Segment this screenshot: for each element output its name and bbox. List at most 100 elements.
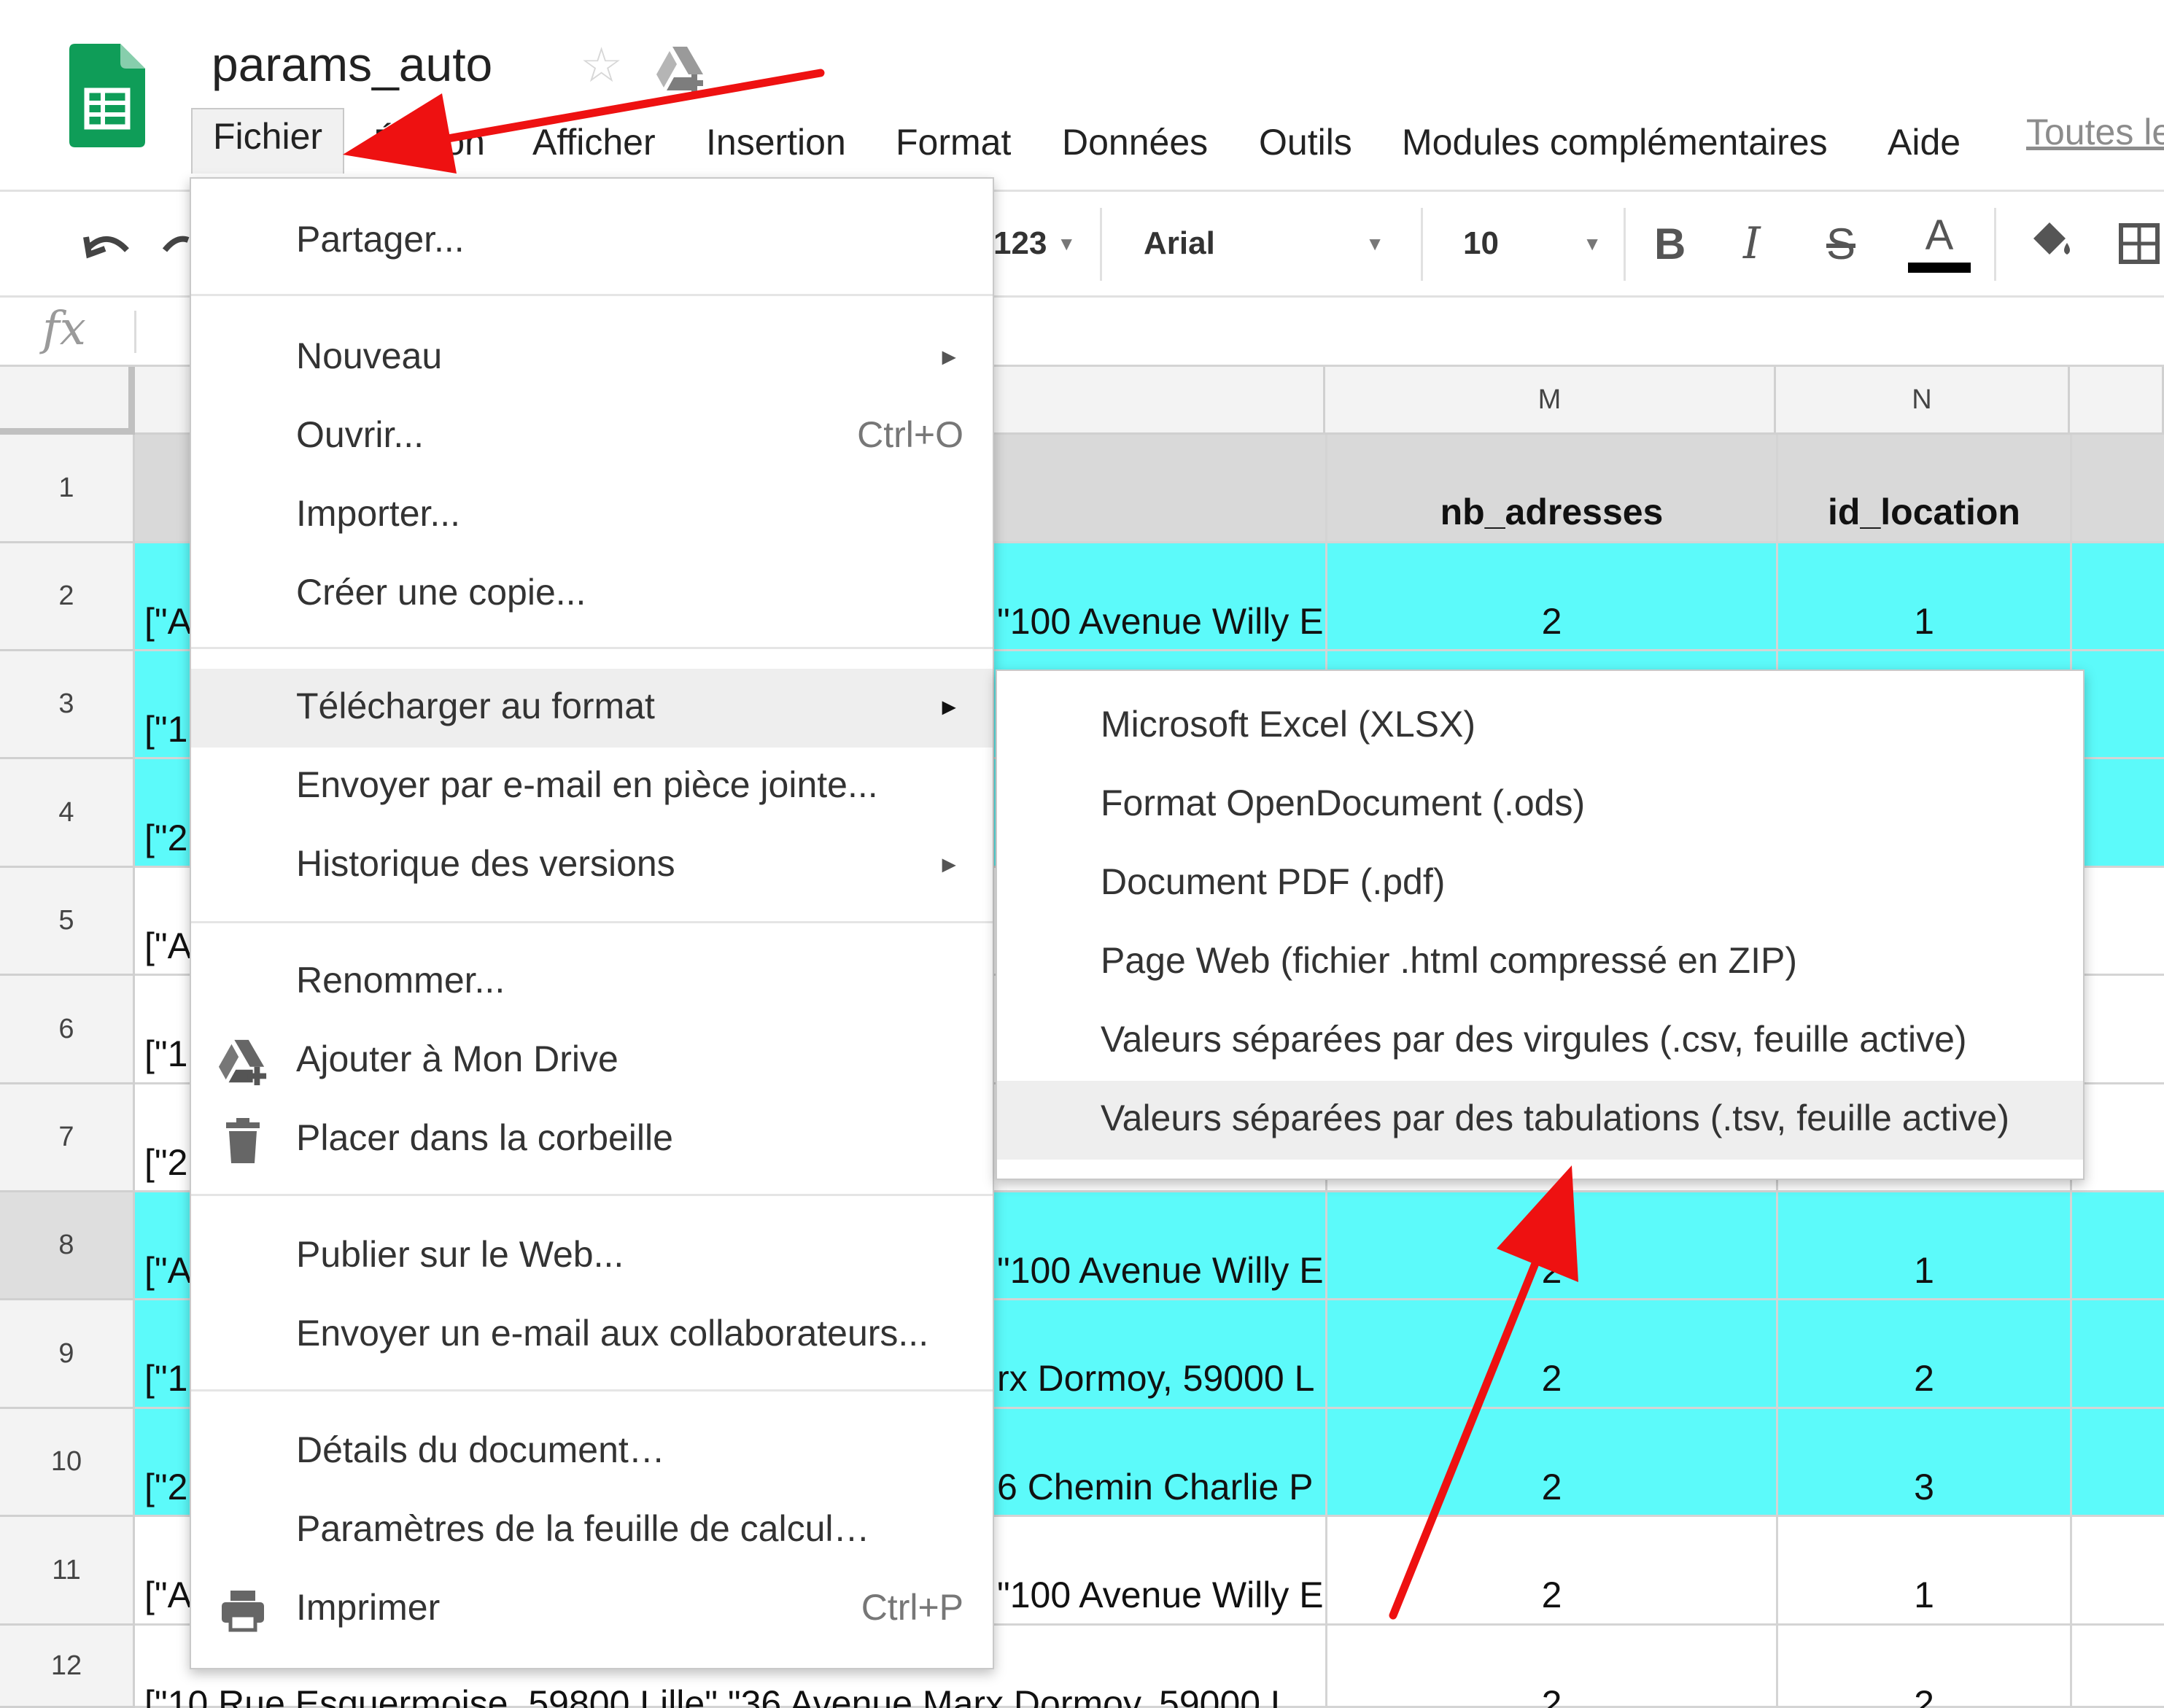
cell-id-location[interactable]: 3 bbox=[1778, 1466, 2070, 1508]
header-cell-id-location[interactable]: id_location bbox=[1778, 491, 2070, 533]
menu-fichier[interactable]: Fichier bbox=[191, 108, 345, 174]
cell-nb-adresses[interactable]: 2 bbox=[1327, 1466, 1776, 1508]
font-family-dropdown[interactable]: Arial ▼ bbox=[1144, 192, 1384, 295]
menu-bar: Fichier Édition Afficher Insertion Forma… bbox=[0, 108, 2164, 174]
row-header[interactable]: 7 bbox=[0, 1084, 135, 1192]
bold-button[interactable]: B bbox=[1654, 192, 1686, 295]
cell-a[interactable]: ["A bbox=[144, 1249, 190, 1292]
cell-a[interactable]: ["10 Rue Esquermoise, 59800 Lille","36 A… bbox=[144, 1682, 1324, 1708]
menu-item-label: Historique des versions bbox=[296, 843, 675, 884]
cell-id-location[interactable]: 1 bbox=[1778, 1574, 2070, 1616]
drive-add-icon[interactable] bbox=[655, 45, 707, 93]
font-size-dropdown[interactable]: 10 ▼ bbox=[1463, 192, 1602, 295]
cell-a[interactable]: ["1 bbox=[144, 1357, 190, 1400]
cell-a[interactable]: ["1 bbox=[144, 708, 190, 750]
menu-edition[interactable]: Édition bbox=[373, 115, 485, 169]
cell-a[interactable]: ["2 bbox=[144, 817, 190, 859]
row-header[interactable]: 3 bbox=[0, 651, 135, 759]
cell-a[interactable]: ["A bbox=[144, 1574, 190, 1616]
strikethrough-button[interactable]: S bbox=[1826, 192, 1855, 295]
row-header[interactable]: 5 bbox=[0, 868, 135, 976]
menu-item-print[interactable]: Imprimer Ctrl+P bbox=[191, 1570, 993, 1649]
menu-item-version-history[interactable]: Historique des versions ► bbox=[191, 826, 993, 905]
menu-item-email-collaborators[interactable]: Envoyer un e-mail aux collaborateurs... bbox=[191, 1296, 993, 1375]
cell-l[interactable]: rx Dormoy, 59000 L bbox=[997, 1357, 1324, 1400]
cell-l[interactable]: "100 Avenue Willy E bbox=[997, 600, 1324, 643]
menu-item-rename[interactable]: Renommer... bbox=[191, 943, 993, 1022]
menu-item-document-details[interactable]: Détails du document… bbox=[191, 1413, 993, 1491]
row-header[interactable]: 6 bbox=[0, 976, 135, 1084]
cell-a[interactable]: ["2 bbox=[144, 1466, 190, 1508]
menu-item-share[interactable]: Partager... bbox=[191, 202, 993, 281]
number-format-dropdown[interactable]: 123 ▼ bbox=[993, 192, 1076, 295]
cell-nb-adresses[interactable]: 2 bbox=[1327, 1682, 1776, 1708]
cell-nb-adresses[interactable]: 2 bbox=[1327, 1249, 1776, 1292]
menu-item-label: Microsoft Excel (XLSX) bbox=[1101, 704, 1476, 745]
row-header[interactable]: 12 bbox=[0, 1626, 135, 1708]
download-submenu: Microsoft Excel (XLSX) Format OpenDocume… bbox=[996, 669, 2085, 1180]
last-edit-link[interactable]: Toutes le bbox=[2026, 105, 2164, 159]
italic-button[interactable]: I bbox=[1743, 192, 1761, 295]
menu-donnees[interactable]: Données bbox=[1062, 115, 1208, 169]
menu-item-label: Placer dans la corbeille bbox=[296, 1117, 673, 1158]
cell-nb-adresses[interactable]: 2 bbox=[1327, 600, 1776, 643]
cell-id-location[interactable]: 1 bbox=[1778, 1249, 2070, 1292]
cell-l[interactable]: 6 Chemin Charlie P bbox=[997, 1466, 1324, 1508]
cell-a[interactable]: ["1 bbox=[144, 1033, 190, 1075]
row-header[interactable]: 8 bbox=[0, 1192, 135, 1300]
cell-id-location[interactable]: 2 bbox=[1778, 1682, 2070, 1708]
row-header[interactable]: 9 bbox=[0, 1300, 135, 1409]
menu-outils[interactable]: Outils bbox=[1259, 115, 1352, 169]
cell-id-location[interactable]: 1 bbox=[1778, 600, 2070, 643]
row-header[interactable]: 1 bbox=[0, 435, 135, 543]
cell-l[interactable]: "100 Avenue Willy E bbox=[997, 1574, 1324, 1616]
menu-separator bbox=[191, 1194, 993, 1196]
cell-nb-adresses[interactable]: 2 bbox=[1327, 1574, 1776, 1616]
download-html-zip[interactable]: Page Web (fichier .html compressé en ZIP… bbox=[997, 923, 2083, 1002]
header-cell-nb-adresses[interactable]: nb_adresses bbox=[1327, 491, 1776, 533]
select-all-corner[interactable] bbox=[0, 367, 135, 435]
row-header[interactable]: 4 bbox=[0, 759, 135, 868]
cell-a[interactable]: ["2 bbox=[144, 1141, 190, 1184]
menu-item-label: Télécharger au format bbox=[296, 686, 655, 726]
menu-item-make-copy[interactable]: Créer une copie... bbox=[191, 555, 993, 634]
cell-a[interactable]: ["A bbox=[144, 925, 190, 967]
menu-format[interactable]: Format bbox=[896, 115, 1011, 169]
menu-item-open[interactable]: Ouvrir... Ctrl+O bbox=[191, 397, 993, 476]
fill-color-icon[interactable] bbox=[2025, 192, 2077, 295]
text-color-button[interactable]: A bbox=[1907, 192, 1972, 295]
menu-item-spreadsheet-settings[interactable]: Paramètres de la feuille de calcul… bbox=[191, 1491, 993, 1570]
cell-a[interactable]: ["A bbox=[144, 600, 190, 643]
menu-aide[interactable]: Aide bbox=[1888, 115, 1961, 169]
menu-insertion[interactable]: Insertion bbox=[706, 115, 846, 169]
column-header-o[interactable] bbox=[2070, 367, 2164, 435]
borders-icon[interactable] bbox=[2117, 192, 2160, 295]
cell-l[interactable]: "100 Avenue Willy E bbox=[997, 1249, 1324, 1292]
menu-item-import[interactable]: Importer... bbox=[191, 476, 993, 555]
column-header-n[interactable]: N bbox=[1776, 367, 2070, 435]
row-header[interactable]: 11 bbox=[0, 1517, 135, 1626]
undo-icon[interactable] bbox=[79, 192, 137, 295]
menu-item-email-attachment[interactable]: Envoyer par e-mail en pièce jointe... bbox=[191, 748, 993, 826]
download-ods[interactable]: Format OpenDocument (.ods) bbox=[997, 766, 2083, 845]
cell-nb-adresses[interactable]: 2 bbox=[1327, 1357, 1776, 1400]
menu-item-publish[interactable]: Publier sur le Web... bbox=[191, 1217, 993, 1296]
column-header-m[interactable]: M bbox=[1325, 367, 1776, 435]
download-pdf[interactable]: Document PDF (.pdf) bbox=[997, 845, 2083, 923]
row-header[interactable]: 10 bbox=[0, 1409, 135, 1517]
star-icon[interactable]: ☆ bbox=[580, 41, 623, 89]
download-csv[interactable]: Valeurs séparées par des virgules (.csv,… bbox=[997, 1002, 2083, 1081]
download-xlsx[interactable]: Microsoft Excel (XLSX) bbox=[997, 687, 2083, 766]
download-tsv[interactable]: Valeurs séparées par des tabulations (.t… bbox=[997, 1081, 2083, 1160]
menu-item-trash[interactable]: Placer dans la corbeille bbox=[191, 1101, 993, 1179]
menu-separator bbox=[191, 1389, 993, 1391]
menu-item-new[interactable]: Nouveau ► bbox=[191, 319, 993, 397]
cell-id-location[interactable]: 2 bbox=[1778, 1357, 2070, 1400]
row-header[interactable]: 2 bbox=[0, 543, 135, 651]
document-title[interactable]: params_auto bbox=[212, 36, 492, 92]
redo-icon[interactable] bbox=[162, 192, 191, 295]
menu-modules[interactable]: Modules complémentaires bbox=[1402, 115, 1828, 169]
menu-afficher[interactable]: Afficher bbox=[532, 115, 656, 169]
menu-item-add-to-drive[interactable]: Ajouter à Mon Drive bbox=[191, 1022, 993, 1101]
menu-item-download[interactable]: Télécharger au format ► bbox=[191, 669, 993, 748]
